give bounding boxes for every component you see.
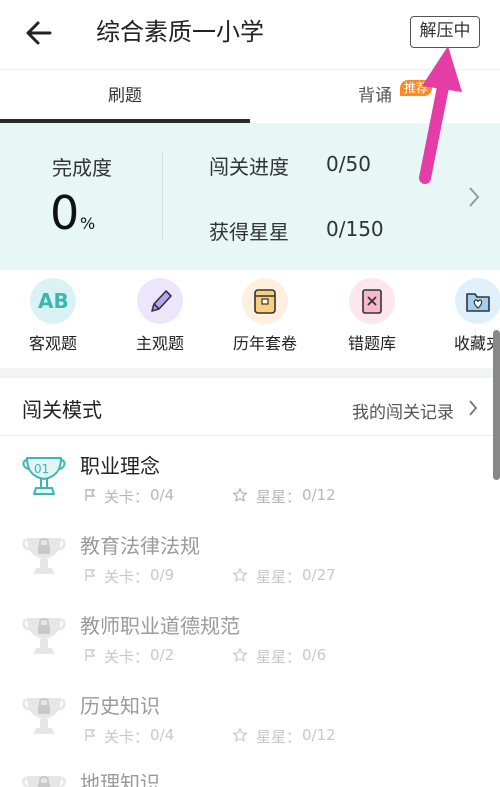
- stage-label: 关卡：: [104, 648, 150, 666]
- stage-label: 关卡：: [104, 728, 150, 746]
- locked-trophy-icon: [22, 776, 66, 787]
- level-item[interactable]: [0, 762, 500, 787]
- star-icon: [232, 567, 248, 582]
- star-value: 0/6: [302, 646, 327, 664]
- challenge-record-link[interactable]: 我的闯关记录: [352, 398, 454, 423]
- chevron-right-icon[interactable]: [467, 398, 479, 418]
- star-value: 0/27: [302, 566, 336, 584]
- recommend-badge: 推荐: [400, 80, 433, 96]
- star-label: 星星：: [256, 488, 302, 506]
- level-name: 历史知识: [80, 694, 160, 718]
- category-objective[interactable]: AB 客观题: [8, 278, 98, 354]
- level-name: 职业理念: [80, 454, 160, 478]
- category-wrong-questions[interactable]: 错题库: [327, 278, 417, 354]
- back-arrow-icon[interactable]: [24, 16, 54, 50]
- section-gap: [0, 368, 500, 378]
- level-name: 教育法律法规: [80, 534, 200, 558]
- level-number: 01: [34, 462, 49, 476]
- category-label: 历年套卷: [232, 334, 297, 353]
- star-label: 星星：: [256, 568, 302, 586]
- tab-bar: 刷题 背诵: [0, 70, 500, 123]
- app-header: 综合素质一小学 解压中: [0, 0, 500, 70]
- page-title: 综合素质一小学: [96, 18, 264, 46]
- locked-trophy-icon: [22, 538, 66, 574]
- category-label: 收藏夹: [453, 334, 500, 353]
- level-progress-value: 0/50: [326, 152, 371, 176]
- star-label: 星星：: [256, 728, 302, 746]
- category-label: 错题库: [347, 334, 396, 353]
- star-label: 星星：: [256, 648, 302, 666]
- stage-value: 0/9: [150, 566, 175, 584]
- stage-label: 关卡：: [104, 488, 150, 506]
- locked-trophy-icon: [22, 698, 66, 734]
- flag-icon: [85, 649, 96, 661]
- star-value: 0/12: [302, 726, 336, 744]
- completion-label: 完成度: [52, 156, 112, 180]
- flag-icon: [85, 569, 96, 581]
- category-past-papers[interactable]: 历年套卷: [220, 278, 310, 354]
- tab-practice[interactable]: 刷题: [0, 70, 250, 123]
- stage-value: 0/4: [150, 726, 175, 744]
- stars-label: 获得星星: [209, 220, 289, 244]
- stars-value: 0/150: [326, 217, 384, 241]
- level-name: 地理知识: [80, 771, 160, 787]
- section-title: 闯关模式: [22, 398, 102, 422]
- stage-value: 0/4: [150, 486, 175, 504]
- pencil-icon: [137, 278, 183, 324]
- stage-value: 0/2: [150, 646, 175, 664]
- level-item[interactable]: [0, 682, 500, 762]
- level-item[interactable]: [0, 522, 500, 602]
- completion-value: 0: [50, 186, 80, 240]
- category-label: 主观题: [135, 334, 184, 353]
- chevron-right-icon[interactable]: [466, 184, 482, 210]
- paper-bag-icon: [242, 278, 288, 324]
- trophy-icon: 01: [22, 457, 66, 495]
- level-name: 教师职业道德规范: [80, 614, 240, 638]
- progress-divider: [162, 151, 163, 241]
- locked-trophy-icon: [22, 618, 66, 654]
- scrollbar-thumb[interactable]: [493, 330, 500, 480]
- stage-label: 关卡：: [104, 568, 150, 586]
- completion-unit: %: [80, 214, 96, 233]
- folder-heart-icon: [455, 278, 500, 324]
- ab-icon: AB: [30, 278, 76, 324]
- level-item[interactable]: [0, 442, 500, 522]
- star-value: 0/12: [302, 486, 336, 504]
- unzip-status-button[interactable]: 解压中: [410, 16, 480, 48]
- category-label: 客观题: [28, 334, 77, 353]
- flag-icon: [85, 729, 96, 741]
- tab-recite[interactable]: 背诵: [250, 70, 500, 123]
- wrong-paper-icon: [349, 278, 395, 324]
- category-subjective[interactable]: 主观题: [115, 278, 205, 354]
- svg-text:AB: AB: [38, 289, 69, 313]
- star-icon: [232, 647, 248, 662]
- star-icon: [232, 487, 248, 502]
- star-icon: [232, 727, 248, 742]
- level-item[interactable]: [0, 602, 500, 682]
- category-favorites[interactable]: 收藏夹: [433, 278, 500, 354]
- flag-icon: [85, 489, 96, 501]
- level-progress-label: 闯关进度: [209, 155, 289, 179]
